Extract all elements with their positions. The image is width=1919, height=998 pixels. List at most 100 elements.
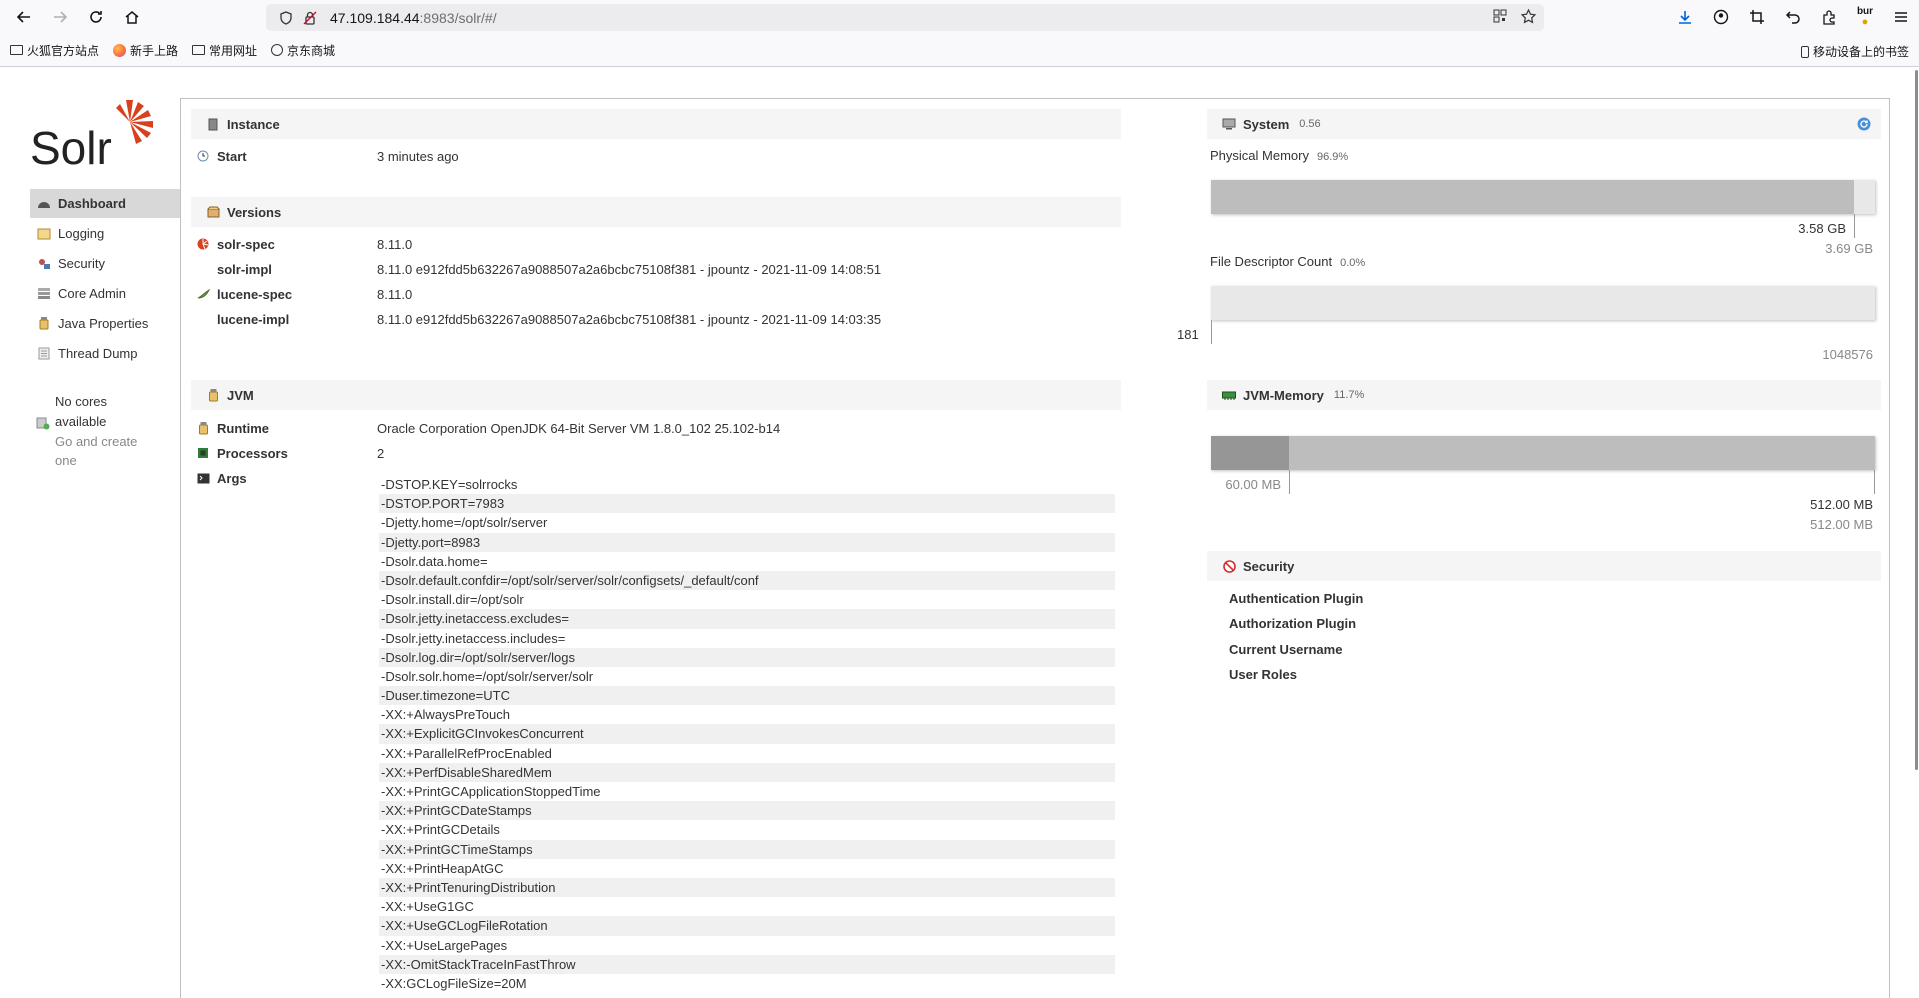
physical-used: 3.58 GB xyxy=(1798,221,1846,236)
jvm-arg: -XX:+UseLargePages xyxy=(381,937,508,953)
jvm-args-list: -DSTOP.KEY=solrrocks -DSTOP.PORT=7983 -Dje… xyxy=(379,475,1115,993)
forward-icon[interactable] xyxy=(42,0,78,34)
instance-header: Instance xyxy=(191,109,1121,139)
jvm-committed-fill xyxy=(1211,436,1875,470)
sidebar-item-java-properties[interactable]: Java Properties xyxy=(30,308,180,338)
menu-icon[interactable] xyxy=(1883,0,1919,34)
sidebar-item-label: Security xyxy=(58,256,105,271)
refresh-icon[interactable] xyxy=(1857,117,1871,134)
scrollbar-thumb[interactable] xyxy=(1915,70,1918,770)
security-authentication-plugin: Authentication Plugin xyxy=(1229,591,1364,606)
bookmark-item[interactable]: 京东商城 xyxy=(271,42,335,59)
svg-text:Solr: Solr xyxy=(30,122,112,172)
bookmarks-bar: 火狐官方站点 新手上路 常用网址 京东商城 移动设备上的书签 xyxy=(0,34,1919,67)
solr-logo[interactable]: Solr xyxy=(30,98,160,174)
jvm-arg: -XX:+PrintGCTimeStamps xyxy=(379,839,1115,859)
jvm-arg: -XX:+PrintTenuringDistribution xyxy=(379,877,1115,898)
url-host: 47.109.184.44 xyxy=(330,9,420,26)
version-value: 8.11.0 xyxy=(377,236,413,252)
version-value: 8.11.0 xyxy=(377,286,413,302)
folder-icon xyxy=(192,45,206,55)
jvm-used-fill xyxy=(1211,436,1289,470)
mobile-bookmarks[interactable]: 移动设备上的书签 xyxy=(1800,43,1909,60)
security-title: Security xyxy=(1243,558,1295,574)
downloads-icon[interactable] xyxy=(1667,0,1703,34)
versions-header: Versions xyxy=(191,197,1121,227)
jvm-arg: -XX:+ExplicitGCInvokesConcurrent xyxy=(379,724,1115,744)
shield-icon[interactable] xyxy=(274,10,298,25)
runtime-label: Runtime xyxy=(217,420,269,436)
jvm-arg: -XX:+PrintGCDateStamps xyxy=(379,801,1115,821)
sidebar-item-label: Thread Dump xyxy=(58,346,138,361)
processors-value: 2 xyxy=(377,445,385,461)
screenshot-crop-icon[interactable] xyxy=(1739,0,1775,34)
version-row: lucene-spec 8.11.0 xyxy=(195,283,412,305)
server-icon xyxy=(205,118,221,131)
sidebar-item-security[interactable]: Security xyxy=(30,248,180,278)
start-row: Start 3 minutes ago xyxy=(195,145,459,167)
java-icon xyxy=(195,421,211,435)
runtime-row: Runtime Oracle Corporation OpenJDK 64-Bi… xyxy=(195,417,780,439)
solr-page: Solr Dashboard Logging Security Core Adm… xyxy=(0,68,1919,998)
jvm-title: JVM xyxy=(227,387,254,403)
memory-chip-icon xyxy=(1221,391,1237,400)
version-row: lucene-impl 8.11.0 e912fdd5b632267a90885… xyxy=(195,308,881,330)
qr-code-icon[interactable] xyxy=(1493,9,1507,27)
sidebar-item-logging[interactable]: Logging xyxy=(30,218,180,248)
undo-icon[interactable] xyxy=(1775,0,1811,34)
jvm-arg: -Dsolr.solr.home=/opt/solr/server/solr xyxy=(381,668,594,684)
account-icon[interactable] xyxy=(1703,0,1739,34)
sidebar-item-label: Logging xyxy=(58,226,105,241)
java-icon xyxy=(205,388,221,402)
jvm-arg: -Duser.timezone=UTC xyxy=(379,686,1115,706)
jvm-arg: -XX:+ParallelRefProcEnabled xyxy=(381,745,552,761)
dashboard-icon xyxy=(36,197,52,211)
bookmark-item[interactable]: 常用网址 xyxy=(192,42,257,59)
fd-label: File Descriptor Count 0.0% xyxy=(1210,254,1365,269)
phone-icon xyxy=(1800,45,1809,58)
package-icon xyxy=(205,206,221,218)
sidebar-item-thread-dump[interactable]: Thread Dump xyxy=(30,338,180,368)
reload-icon[interactable] xyxy=(78,0,114,34)
versions-title: Versions xyxy=(227,204,282,220)
home-icon[interactable] xyxy=(114,0,150,34)
physical-memory-fill xyxy=(1211,180,1854,214)
jvm-arg: -Dsolr.default.confdir=/opt/solr/server/… xyxy=(379,570,1115,591)
sidebar-item-label: Core Admin xyxy=(58,286,126,301)
back-icon[interactable] xyxy=(6,0,42,34)
jvm-max: 512.00 MB xyxy=(1810,517,1873,532)
jvm-arg: -DSTOP.PORT=7983 xyxy=(379,494,1115,514)
jvm-arg: -XX:+UseGCLogFileRotation xyxy=(379,916,1115,936)
create-core-link[interactable]: Go and create one xyxy=(55,432,156,470)
sidebar-item-core-admin[interactable]: Core Admin xyxy=(30,278,180,308)
extensions-icon[interactable] xyxy=(1811,0,1847,34)
bookmark-item[interactable]: 新手上路 xyxy=(113,42,178,59)
insecure-lock-icon[interactable] xyxy=(298,11,322,25)
url-text[interactable]: 47.109.184.44:8983/solr/#/ xyxy=(330,10,497,26)
firefox-icon xyxy=(113,43,127,57)
profile-badge-icon[interactable]: bur ● xyxy=(1847,0,1883,34)
bookmark-star-icon[interactable] xyxy=(1520,8,1537,27)
security-icon xyxy=(36,257,52,271)
version-row: solr-spec 8.11.0 xyxy=(195,233,412,255)
instance-title: Instance xyxy=(227,116,280,132)
fd-pct: 0.0% xyxy=(1340,257,1366,269)
jvm-arg: -XX:+AlwaysPreTouch xyxy=(381,707,510,723)
url-bar[interactable]: 47.109.184.44:8983/solr/#/ xyxy=(266,4,1544,31)
processors-row: Processors 2 xyxy=(195,442,384,464)
version-key: solr-spec xyxy=(217,236,275,252)
jvm-used: 60.00 MB xyxy=(1225,477,1281,492)
lucene-icon xyxy=(195,288,211,300)
physical-memory-title: Physical Memory xyxy=(1210,148,1309,163)
database-add-icon xyxy=(36,416,51,470)
args-label: Args xyxy=(217,470,247,486)
page-scrollbar[interactable] xyxy=(1913,68,1919,770)
version-key: lucene-impl xyxy=(217,311,290,327)
jvm-arg: -Dsolr.data.home= xyxy=(381,553,488,569)
sidebar-item-dashboard[interactable]: Dashboard xyxy=(30,188,180,218)
jvm-arg: -Dsolr.log.dir=/opt/solr/server/logs xyxy=(379,647,1115,667)
jvm-memory-pct: 11.7% xyxy=(1333,389,1365,401)
bookmark-item[interactable]: 火狐官方站点 xyxy=(10,42,99,59)
clock-icon xyxy=(195,150,211,162)
start-label: Start xyxy=(217,148,247,164)
